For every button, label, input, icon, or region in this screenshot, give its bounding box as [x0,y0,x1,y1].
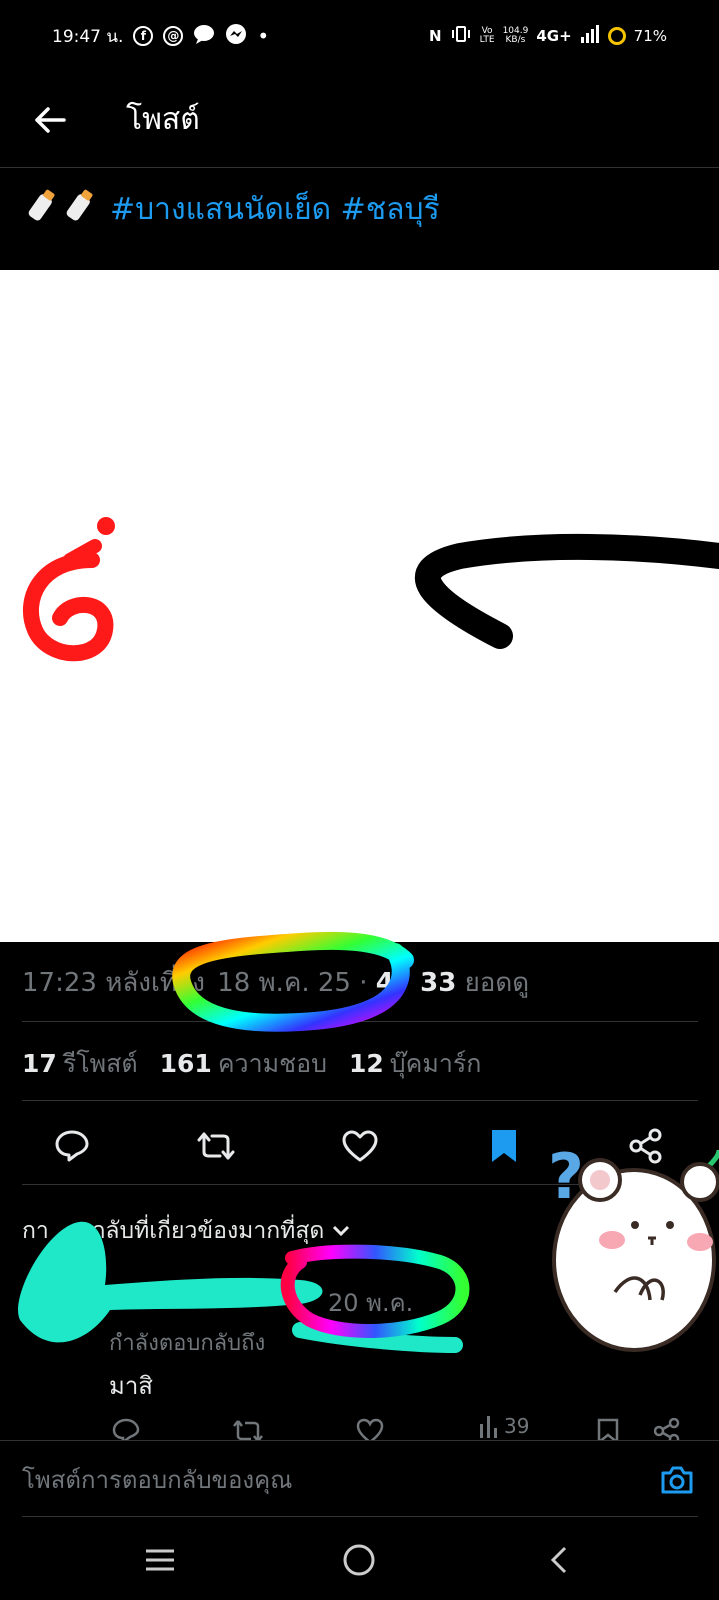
media-drawing [23,517,719,662]
network-speed-unit: KB/s [505,35,526,45]
reply-repost-icon[interactable] [232,1418,264,1440]
status-bar: 19:47 น. f @ • N Vo LTE 104.9 KB/s 4G+ 71… [0,0,719,72]
network-speed: 104.9 KB/s [503,27,529,45]
likes-stat[interactable]: 161 ความชอบ [160,1044,327,1084]
share-button[interactable] [624,1124,668,1168]
replies-sort-dropdown[interactable]: กา บกลับที่เกี่ยวข้องมากที่สุด [22,1213,350,1249]
home-button[interactable] [329,1530,389,1590]
circle-home-icon [343,1544,375,1576]
battery-icon [607,27,626,45]
menu-icon [145,1549,174,1571]
chevron-down-icon [333,1225,350,1237]
views-count-prefix: 4 [375,968,394,998]
like-button[interactable] [338,1124,382,1168]
reply-views[interactable]: 39 [478,1414,529,1438]
post-text: #บางแสนนัดเย็ด #ชลบุรี [22,186,440,233]
divider [22,1100,698,1101]
reposts-label: รีโพสต์ [62,1049,138,1078]
bookmarks-label: บุ๊คมาร์ก [389,1049,482,1078]
views-label: ยอดดู [464,968,530,998]
bookmarks-stat[interactable]: 12 บุ๊คมาร์ก [349,1044,481,1084]
system-navigation-bar [0,1520,719,1600]
reposts-count: 17 [22,1049,57,1078]
volte-icon: Vo LTE [479,26,495,45]
post-stats: 17 รีโพสต์ 161 ความชอบ 12 บุ๊คมาร์ก [22,1044,481,1084]
reply-action-bar: 39 [0,1412,719,1440]
reply-date: 20 พ.ค. [328,1289,414,1317]
reply-button[interactable] [50,1124,94,1168]
network-type: 4G+ [536,27,572,45]
reply-text: มาสิ [109,1372,153,1400]
bookmark-filled-icon [492,1130,516,1162]
reply-bookmark-icon[interactable] [596,1418,620,1440]
sort-label-start: กา [22,1218,49,1244]
repost-button[interactable] [194,1124,238,1168]
system-back-button[interactable] [529,1530,589,1590]
heart-icon [342,1130,378,1162]
facebook-icon: f [133,26,154,46]
cyan-scribble-tail [292,1322,463,1353]
bookmark-button[interactable] [482,1124,526,1168]
reply-share-icon[interactable] [654,1418,680,1440]
post-time: 17:23 หลังเที่ยง [22,968,205,998]
replying-to-label: กำลังตอบกลับถึง [109,1331,266,1356]
likes-count: 161 [159,1049,212,1078]
recent-apps-button[interactable] [130,1530,190,1590]
share-icon [629,1128,662,1164]
hamster-sticker [552,1158,719,1352]
meta-separator: · [359,968,376,998]
post-date[interactable]: 18 พ.ค. 25 [217,968,351,998]
top-app-bar: โพสต์ [0,72,719,168]
divider [22,1021,698,1022]
camera-button[interactable] [657,1461,697,1499]
divider [22,1516,698,1517]
messenger-icon [225,23,247,50]
divider [22,1184,698,1185]
threads-icon: @ [163,26,184,46]
baby-bottle-icon [22,186,102,233]
notification-dot-icon: • [257,24,270,48]
signal-icon [580,25,600,47]
reply-heart-icon[interactable] [356,1418,384,1440]
hashtag-links[interactable]: #บางแสนนัดเย็ด #ชลบุรี [110,186,440,233]
comment-icon [55,1130,89,1162]
chat-bubble-icon [193,24,215,49]
camera-icon [661,1466,693,1494]
nfc-icon: N [429,27,442,45]
bookmarks-count: 12 [348,1049,384,1078]
reply-input[interactable] [22,1465,622,1494]
likes-label: ความชอบ [217,1049,327,1078]
analytics-icon [480,1416,497,1438]
reply-composer [0,1440,719,1518]
battery-level: 71% [633,27,667,45]
post-action-bar [0,1110,719,1180]
repost-icon [197,1132,235,1160]
chevron-left-icon [551,1546,567,1574]
post-media-image[interactable] [0,270,719,942]
reposts-stat[interactable]: 17 รีโพสต์ [22,1044,138,1084]
sort-label-end: บกลับที่เกี่ยวข้องมากที่สุด [76,1218,325,1244]
page-title: โพสต์ [126,102,200,137]
arrow-left-icon [35,106,66,133]
views-count-suffix: 33 [420,968,457,998]
vibrate-icon [450,26,472,46]
reply-views-count: 39 [504,1414,530,1438]
post-timestamp: 17:23 หลังเที่ยง 18 พ.ค. 25 · 4 33 ยอดดู [22,962,529,1003]
status-time: 19:47 น. [52,26,124,47]
reply-comment-icon[interactable] [112,1418,140,1440]
back-button[interactable] [24,94,76,146]
